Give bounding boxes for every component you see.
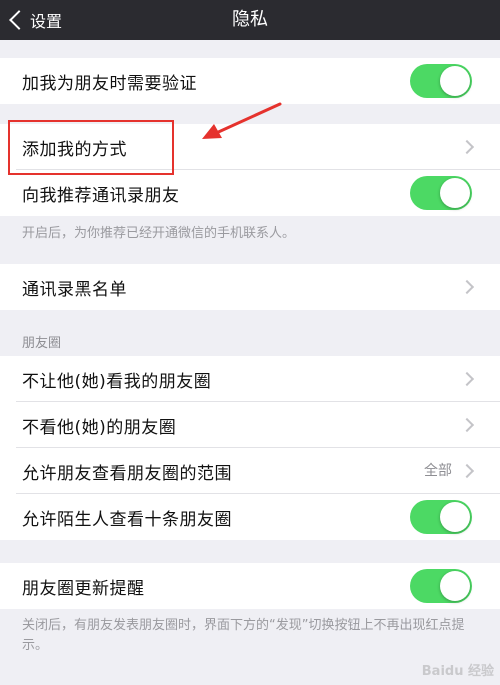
moments-range-label: 允许朋友查看朋友圈的范围 — [22, 463, 232, 484]
moments-range-row[interactable]: 允许朋友查看朋友圈的范围 全部 — [0, 448, 500, 494]
update-reminder-group: 朋友圈更新提醒 — [0, 563, 500, 609]
toggle-knob — [440, 66, 470, 96]
hide-my-moments-row[interactable]: 不让他(她)看我的朋友圈 — [0, 356, 500, 402]
hide-their-moments-label: 不看他(她)的朋友圈 — [22, 417, 177, 438]
update-reminder-row: 朋友圈更新提醒 — [0, 563, 500, 609]
recommend-note: 开启后，为你推荐已经开通微信的手机联系人。 — [22, 226, 296, 241]
blacklist-row[interactable]: 通讯录黑名单 — [0, 264, 500, 310]
recommend-contacts-label: 向我推荐通讯录朋友 — [22, 185, 180, 206]
verify-row: 加我为朋友时需要验证 — [0, 58, 500, 104]
update-reminder-note: 关闭后，有朋友发表朋友圈时，界面下方的“发现”切换按钮上不再出现红点提示。 — [22, 618, 465, 653]
chevron-right-icon — [459, 371, 475, 387]
recommend-contacts-row: 向我推荐通讯录朋友 — [0, 170, 500, 216]
moments-section-header: 朋友圈 — [22, 336, 62, 351]
stranger-moments-row: 允许陌生人查看十条朋友圈 — [0, 494, 500, 540]
update-reminder-toggle[interactable] — [410, 569, 472, 603]
chevron-right-icon — [459, 463, 475, 479]
toggle-knob — [440, 571, 470, 601]
blacklist-group: 通讯录黑名单 — [0, 264, 500, 310]
stranger-moments-label: 允许陌生人查看十条朋友圈 — [22, 509, 232, 530]
toggle-knob — [440, 502, 470, 532]
annotation-arrow-icon — [202, 102, 282, 139]
page-title: 隐私 — [232, 9, 268, 30]
highlight-box — [8, 120, 174, 175]
recommend-contacts-toggle[interactable] — [410, 176, 472, 210]
moments-range-value: 全部 — [424, 463, 452, 479]
blacklist-label: 通讯录黑名单 — [22, 279, 127, 300]
chevron-right-icon — [459, 279, 475, 295]
chevron-right-icon — [459, 417, 475, 433]
chevron-right-icon — [459, 139, 475, 155]
verify-group: 加我为朋友时需要验证 — [0, 58, 500, 104]
verify-label: 加我为朋友时需要验证 — [22, 73, 197, 94]
update-reminder-label: 朋友圈更新提醒 — [22, 578, 145, 599]
watermark: Baidu 经验 — [421, 664, 494, 679]
navigation-bar: 设置 隐私 — [0, 0, 500, 40]
toggle-knob — [440, 178, 470, 208]
hide-my-moments-label: 不让他(她)看我的朋友圈 — [22, 371, 212, 392]
stranger-moments-toggle[interactable] — [410, 500, 472, 534]
moments-group: 不让他(她)看我的朋友圈 不看他(她)的朋友圈 允许朋友查看朋友圈的范围 全部 … — [0, 356, 500, 540]
verify-toggle[interactable] — [410, 64, 472, 98]
hide-their-moments-row[interactable]: 不看他(她)的朋友圈 — [0, 402, 500, 448]
